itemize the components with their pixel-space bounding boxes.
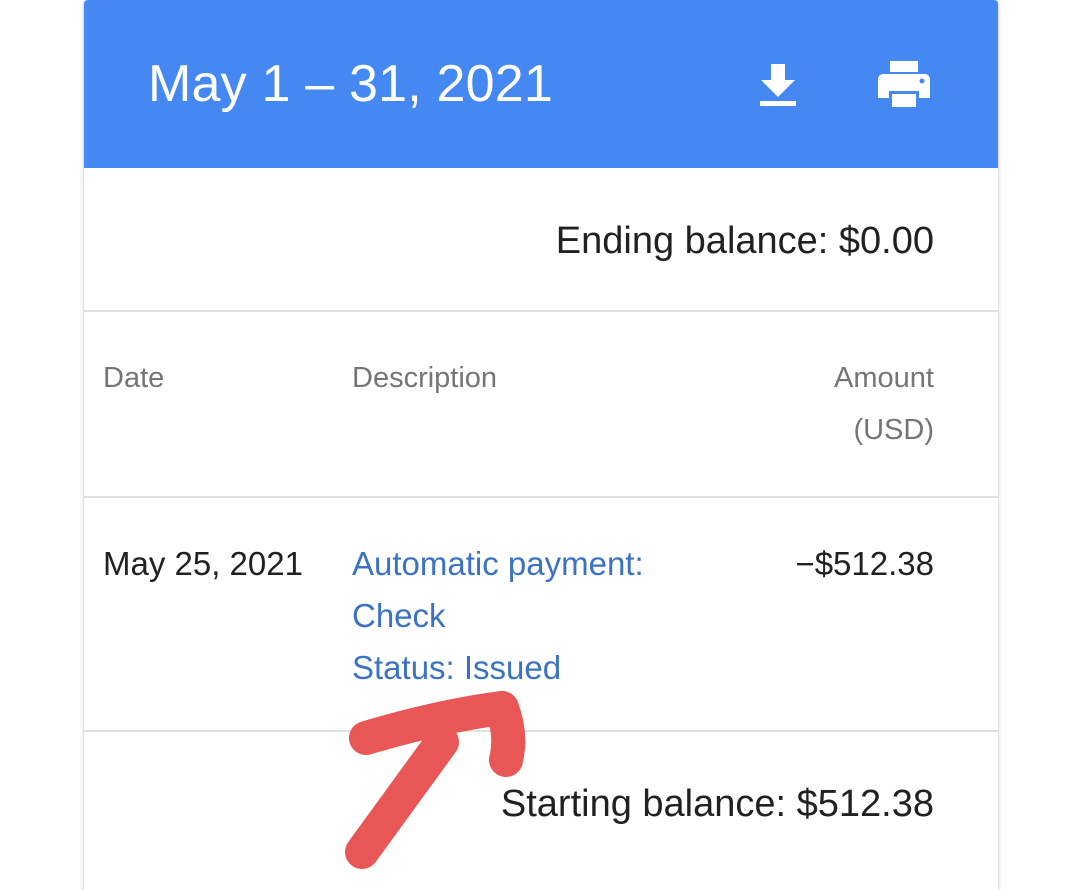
- column-header-description: Description: [352, 362, 498, 394]
- page: May 1 – 31, 2021 Ending balance: $0.00 D…: [0, 0, 1080, 890]
- starting-balance-section: Starting balance: $512.38: [84, 732, 998, 890]
- statement-header: May 1 – 31, 2021: [84, 0, 998, 168]
- starting-balance: Starting balance: $512.38: [500, 783, 934, 825]
- ending-balance: Ending balance: $0.00: [555, 220, 934, 262]
- download-icon: [760, 64, 796, 106]
- row-date: May 25, 2021: [103, 545, 303, 582]
- column-header-amount: Amount (USD): [834, 352, 934, 456]
- row-amount: −$512.38: [795, 545, 934, 582]
- row-description-line-2: Check: [352, 597, 446, 634]
- column-header-amount-label: Amount: [834, 362, 934, 394]
- row-description-status: Status: Issued: [352, 649, 562, 686]
- table-header: Date Description Amount (USD): [84, 312, 998, 498]
- download-button[interactable]: [748, 54, 808, 114]
- print-icon: [878, 61, 930, 107]
- ending-balance-section: Ending balance: $0.00: [84, 168, 998, 312]
- statement-card: May 1 – 31, 2021 Ending balance: $0.00 D…: [84, 0, 998, 890]
- table-row: May 25, 2021 Automatic payment: Check St…: [84, 498, 998, 732]
- row-description-line-1: Automatic payment:: [352, 545, 644, 582]
- row-description-link[interactable]: Automatic payment: Check Status: Issued: [352, 538, 644, 694]
- column-header-date: Date: [103, 362, 165, 394]
- statement-period-title: May 1 – 31, 2021: [148, 55, 554, 113]
- print-button[interactable]: [874, 54, 934, 114]
- column-header-amount-currency: (USD): [853, 414, 934, 446]
